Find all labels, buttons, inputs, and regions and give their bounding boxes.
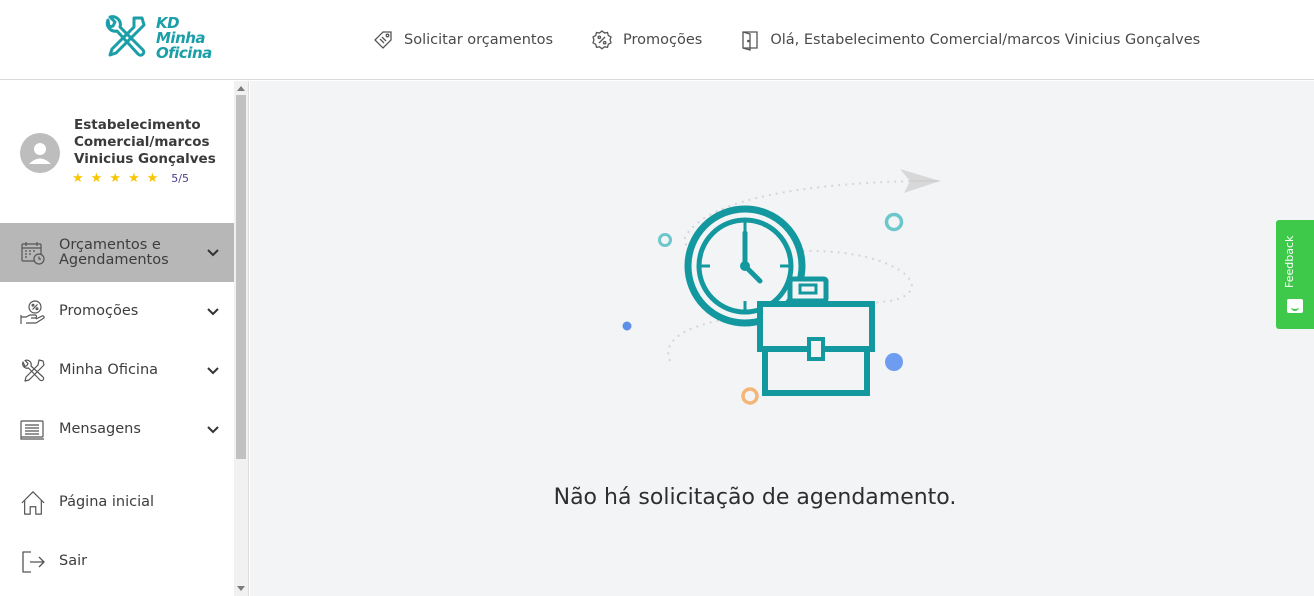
sidebar-item-label: Sair: [59, 553, 88, 569]
nav-user-greeting-label: Olá, Estabelecimento Comercial/marcos Vi…: [770, 32, 1201, 48]
message-list-icon: [20, 417, 46, 443]
brand-wordmark: KD Minha Oficina: [156, 15, 212, 62]
nav-promotions-label: Promoções: [623, 32, 703, 48]
sidebar-scrollbar[interactable]: [234, 81, 249, 596]
avatar[interactable]: [20, 133, 60, 173]
top-header: KD Minha Oficina Solicitar orçamentos Pr…: [0, 0, 1314, 80]
star-icon: ★: [90, 171, 103, 186]
star-icon: ★: [146, 171, 159, 186]
sidebar-item-label: Minha Oficina: [59, 362, 159, 378]
nav-request-quotes[interactable]: Solicitar orçamentos: [372, 29, 553, 51]
sidebar-item-my-workshop[interactable]: Minha Oficina: [0, 341, 234, 400]
logout-icon: [20, 549, 46, 575]
user-avatar-icon: [29, 143, 51, 164]
chevron-down-icon: [207, 366, 219, 374]
sidebar-item-logout[interactable]: Sair: [0, 532, 234, 591]
percent-badge-icon: [592, 30, 612, 50]
sidebar-item-promotions[interactable]: Promoções: [0, 282, 234, 341]
price-tag-icon: [374, 31, 392, 49]
header-nav: Solicitar orçamentos Promoções Olá, Esta…: [372, 29, 1200, 51]
sidebar-menu: Orçamentos e Agendamentos Promoções Minh…: [0, 223, 234, 459]
sidebar-item-label: Promoções: [59, 303, 139, 319]
profile-name: Estabelecimento Comercial/marcos Viniciu…: [74, 117, 216, 167]
sidebar: Estabelecimento Comercial/marcos Viniciu…: [0, 81, 234, 596]
scroll-thumb[interactable]: [236, 95, 246, 459]
star-icon: ★: [127, 171, 140, 186]
sidebar-item-label: Página inicial: [59, 494, 155, 510]
hand-percent-icon: [20, 299, 46, 325]
nav-user-greeting[interactable]: Olá, Estabelecimento Comercial/marcos Vi…: [740, 29, 1200, 51]
feedback-label: Feedback: [1283, 235, 1296, 288]
sidebar-item-label: Orçamentos e Agendamentos: [59, 236, 169, 268]
door-icon: [742, 31, 758, 51]
sidebar-item-messages[interactable]: Mensagens: [0, 400, 234, 459]
smiley-chat-icon: [1287, 299, 1303, 313]
feedback-button[interactable]: Feedback: [1276, 220, 1314, 329]
chevron-down-icon: [207, 248, 219, 256]
scroll-down-arrow-icon[interactable]: [237, 586, 245, 591]
main-content: Não há solicitação de agendamento.: [250, 81, 1314, 596]
brand-logo[interactable]: KD Minha Oficina: [100, 14, 212, 62]
star-icon: ★: [109, 171, 121, 186]
empty-state-message: Não há solicitação de agendamento.: [553, 485, 957, 510]
rating-value: 5/5: [171, 172, 189, 185]
calendar-clock-icon: [20, 240, 46, 266]
sidebar-item-quotes-schedules[interactable]: Orçamentos e Agendamentos: [0, 223, 234, 282]
nav-promotions[interactable]: Promoções: [591, 29, 702, 51]
clock-briefcase-icon: [622, 169, 940, 405]
scroll-up-arrow-icon[interactable]: [237, 86, 245, 91]
chevron-down-icon: [207, 425, 219, 433]
tools-icon: [20, 358, 46, 384]
star-icon: ★: [72, 171, 84, 186]
sidebar-item-home[interactable]: Página inicial: [0, 473, 234, 532]
profile-rating: ★ ★ ★ ★ ★ 5/5: [72, 171, 189, 186]
home-icon: [20, 490, 46, 516]
sidebar-bottom-menu: Página inicial Sair: [0, 473, 234, 591]
chevron-down-icon: [207, 307, 219, 315]
sidebar-item-label: Mensagens: [59, 421, 141, 437]
nav-request-quotes-label: Solicitar orçamentos: [404, 32, 553, 48]
brand-line-3: Oficina: [156, 43, 212, 62]
wrench-screwdriver-icon: [105, 15, 146, 57]
